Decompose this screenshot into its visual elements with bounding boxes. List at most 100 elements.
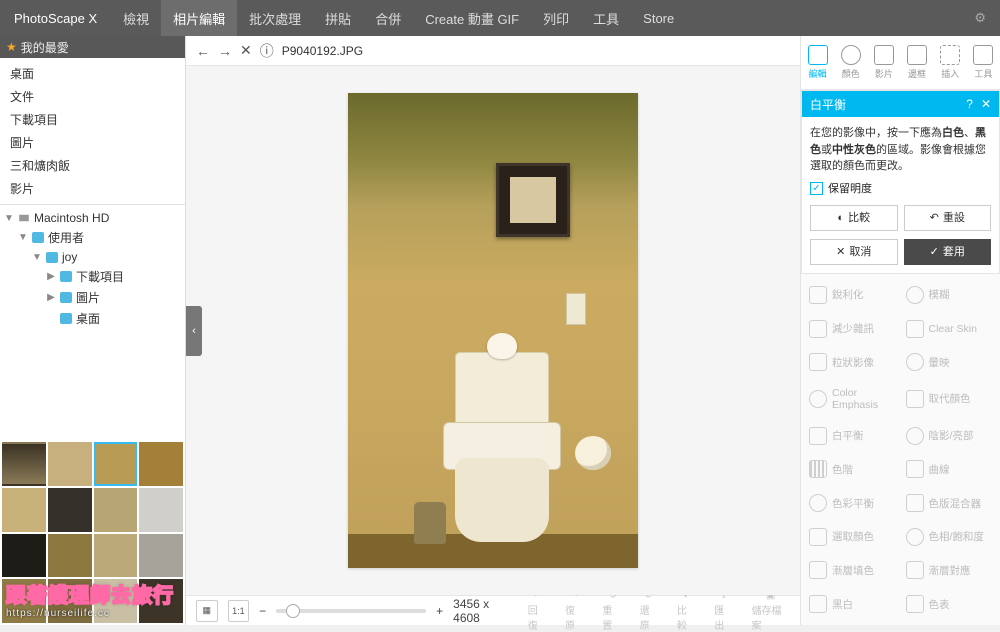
favorites-bar[interactable]: ★ 我的最愛 — [0, 36, 185, 58]
adj-curves[interactable]: 曲線 — [904, 454, 995, 484]
compare-button[interactable]: ◐比較 — [677, 590, 696, 632]
tree-root[interactable]: ▼Macintosh HD — [0, 209, 185, 227]
adj-gradientmap[interactable]: 漸層對應 — [904, 556, 995, 586]
folder-tree: ▼Macintosh HD ▼使用者 ▼joy ▶下載項目 ▶圖片 桌面 — [0, 204, 185, 333]
thumbnail[interactable] — [2, 534, 46, 578]
tab-tools[interactable]: 工具 — [581, 0, 631, 36]
adjustment-grid: 銳利化 模糊 減少雜訊 Clear Skin 粒狀影像 暈映 Color Emp… — [801, 274, 1000, 625]
check-icon: ✓ — [930, 244, 939, 261]
zoom-1to1-button[interactable]: 1:1 — [228, 600, 250, 622]
tree-desktop[interactable]: 桌面 — [0, 308, 185, 329]
help-icon[interactable]: ? — [966, 97, 973, 111]
nav-forward-icon[interactable]: → — [218, 43, 232, 59]
thumbnail[interactable] — [48, 579, 92, 623]
thumbnail-selected[interactable] — [94, 442, 138, 486]
tree-users[interactable]: ▼使用者 — [0, 227, 185, 248]
adj-denoise[interactable]: 減少雜訊 — [807, 314, 898, 344]
tree-user[interactable]: ▼joy — [0, 248, 185, 266]
revert-button[interactable]: ⟳還原 — [640, 590, 659, 632]
panel-title: 白平衡 — [810, 96, 846, 113]
tab-gif[interactable]: Create 動畫 GIF — [413, 0, 531, 36]
tab-edit[interactable]: 相片編輯 — [161, 0, 237, 36]
rtab-edit[interactable]: 編輯 — [808, 45, 828, 80]
tab-batch[interactable]: 批次處理 — [237, 0, 313, 36]
adj-channelmix[interactable]: 色版混合器 — [904, 488, 995, 518]
thumbnail[interactable] — [2, 442, 46, 486]
zoom-slider[interactable] — [276, 609, 426, 613]
export-button[interactable]: ⇪匯出 — [714, 590, 733, 632]
close-icon[interactable]: ✕ — [240, 42, 252, 59]
tab-collage[interactable]: 拼貼 — [313, 0, 363, 36]
adj-selectcolor[interactable]: 選取顏色 — [807, 522, 898, 552]
quick-videos[interactable]: 影片 — [0, 177, 185, 200]
zoom-in-icon[interactable]: + — [436, 604, 443, 618]
quick-locations: 桌面 文件 下載項目 圖片 三和爌肉飯 影片 — [0, 58, 185, 204]
thumbnail[interactable] — [139, 442, 183, 486]
rtab-color[interactable]: 顏色 — [841, 45, 861, 80]
quick-downloads[interactable]: 下載項目 — [0, 108, 185, 131]
rtab-frame[interactable]: 邊框 — [907, 45, 927, 80]
nav-back-icon[interactable]: ← — [196, 43, 210, 59]
compare-button[interactable]: ◐比較 — [810, 205, 898, 231]
redo-button[interactable]: ↷復原 — [565, 590, 584, 632]
thumbnail[interactable] — [48, 442, 92, 486]
thumbnail[interactable] — [94, 534, 138, 578]
reset-button[interactable]: ↶重設 — [904, 205, 992, 231]
zoom-out-icon[interactable]: − — [259, 604, 266, 618]
tree-downloads[interactable]: ▶下載項目 — [0, 266, 185, 287]
folder-icon — [32, 232, 44, 243]
adj-grain[interactable]: 粒狀影像 — [807, 347, 898, 377]
adj-blur[interactable]: 模糊 — [904, 280, 995, 310]
adj-gradientfill[interactable]: 漸層填色 — [807, 556, 898, 586]
collapse-handle[interactable]: ‹ — [186, 306, 202, 356]
adj-lut[interactable]: 色表 — [904, 589, 995, 619]
trash-bin — [414, 502, 446, 544]
adj-vignette[interactable]: 暈映 — [904, 347, 995, 377]
adj-shadow-highlight[interactable]: 陰影/亮部 — [904, 421, 995, 451]
thumbnail[interactable] — [94, 579, 138, 623]
save-button[interactable]: ▣儲存檔案 — [751, 590, 790, 632]
adj-clearskin[interactable]: Clear Skin — [904, 314, 995, 344]
undo-button[interactable]: ↶回復 — [528, 590, 547, 632]
adj-bw[interactable]: 黑白 — [807, 589, 898, 619]
panel-close-icon[interactable]: ✕ — [981, 97, 991, 111]
apply-button[interactable]: ✓套用 — [904, 239, 992, 265]
adj-whitebalance[interactable]: 白平衡 — [807, 421, 898, 451]
image-dimensions: 3456 x 4608 — [453, 597, 518, 625]
photo-preview — [348, 93, 638, 568]
thumbnail[interactable] — [139, 579, 183, 623]
quick-documents[interactable]: 文件 — [0, 85, 185, 108]
thumbnail[interactable] — [48, 534, 92, 578]
thumbnail[interactable] — [2, 579, 46, 623]
fit-button[interactable]: ▦ — [196, 600, 218, 622]
wall-frame — [496, 163, 570, 237]
tab-view[interactable]: 檢視 — [111, 0, 161, 36]
quick-desktop[interactable]: 桌面 — [0, 62, 185, 85]
tab-store[interactable]: Store — [631, 0, 686, 36]
gear-icon[interactable]: ⚙ — [974, 10, 986, 26]
thumbnail[interactable] — [2, 488, 46, 532]
rtab-tool[interactable]: 工具 — [973, 45, 993, 80]
tree-pictures[interactable]: ▶圖片 — [0, 287, 185, 308]
adj-coloremph[interactable]: Color Emphasis — [807, 381, 898, 417]
preserve-luminosity-checkbox[interactable]: ✓保留明度 — [810, 181, 991, 198]
quick-pictures[interactable]: 圖片 — [0, 131, 185, 154]
adj-levels[interactable]: 色階 — [807, 454, 898, 484]
rtab-clip[interactable]: 影片 — [874, 45, 894, 80]
info-icon[interactable]: ⓘ — [260, 41, 274, 61]
adj-colorbalance[interactable]: 色彩平衡 — [807, 488, 898, 518]
tab-merge[interactable]: 合併 — [363, 0, 413, 36]
canvas[interactable]: ‹ — [186, 66, 800, 595]
cancel-button[interactable]: ✕取消 — [810, 239, 898, 265]
adj-sharpen[interactable]: 銳利化 — [807, 280, 898, 310]
thumbnail[interactable] — [48, 488, 92, 532]
thumbnail[interactable] — [139, 488, 183, 532]
adj-hsl[interactable]: 色相/飽和度 — [904, 522, 995, 552]
quick-custom[interactable]: 三和爌肉飯 — [0, 154, 185, 177]
thumbnail[interactable] — [139, 534, 183, 578]
reset-button[interactable]: ⟲重置 — [602, 590, 621, 632]
tab-print[interactable]: 列印 — [531, 0, 581, 36]
adj-replacecolor[interactable]: 取代顏色 — [904, 381, 995, 417]
thumbnail[interactable] — [94, 488, 138, 532]
rtab-insert[interactable]: 插入 — [940, 45, 960, 80]
